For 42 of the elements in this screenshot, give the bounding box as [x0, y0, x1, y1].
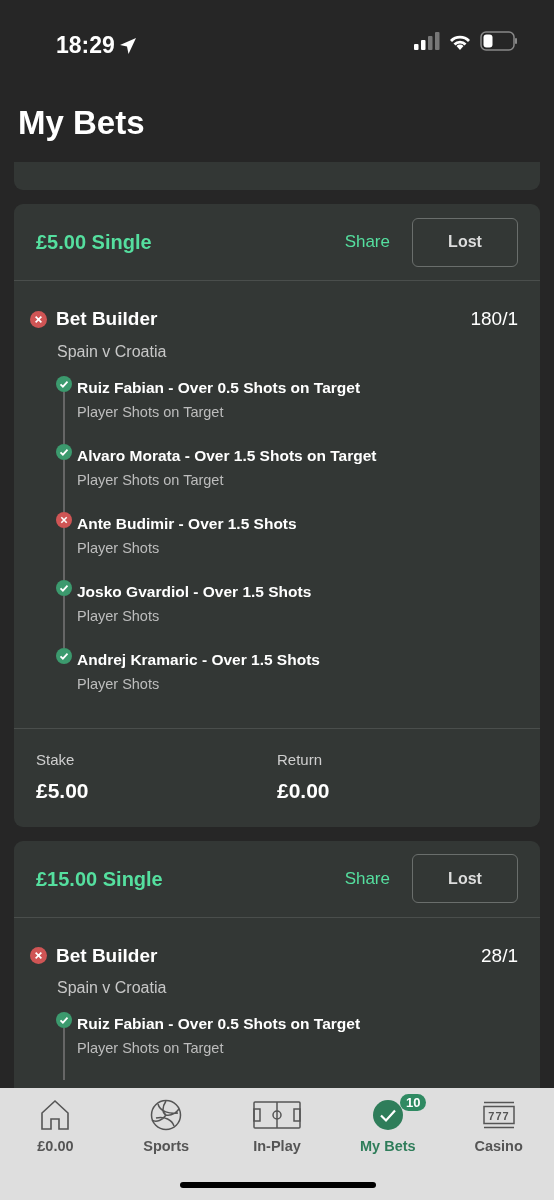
leg-market: Player Shots on Target: [77, 470, 225, 490]
stake-amount: £5.00: [36, 778, 90, 804]
battery-icon: [480, 31, 518, 51]
return-amount: £0.00: [277, 778, 331, 804]
leg-selection: Alvaro Morata - Over 1.5 Shots on Target: [77, 445, 377, 466]
return-label: Return: [277, 749, 324, 770]
market-name: Bet Builder: [56, 307, 159, 331]
share-link[interactable]: Share: [344, 865, 390, 892]
leg-market: Player Shots: [77, 606, 161, 626]
market-name: Bet Builder: [56, 943, 159, 968]
tab-item[interactable]: £0.00: [0, 1098, 111, 1158]
share-link[interactable]: Share: [344, 229, 390, 255]
home-icon: [40, 1098, 71, 1132]
pitch-icon: [253, 1098, 301, 1132]
page-title: My Bets: [17, 103, 146, 143]
event-name: Spain v Croatia: [57, 978, 168, 998]
count-badge: 10: [399, 1094, 427, 1111]
leg-selection: Ruiz Fabian - Over 0.5 Shots on Target: [77, 377, 361, 398]
result-button[interactable]: Lost: [412, 217, 518, 267]
stake-label: Stake: [36, 749, 76, 770]
tab-item[interactable]: Sports: [110, 1098, 222, 1158]
leg-selection: Josko Gvardiol - Over 1.5 Shots: [77, 581, 312, 602]
odds-text: 28/1: [481, 943, 518, 968]
leg-market: Player Shots: [77, 538, 161, 558]
bet-title: £15.00 Single: [36, 866, 164, 892]
location-arrow-icon: [118, 37, 137, 55]
leg-market: Player Shots on Target: [77, 1039, 225, 1059]
bet-title: £5.00 Single: [36, 230, 153, 255]
ball-icon: [150, 1098, 183, 1132]
leg-market: Player Shots: [77, 674, 161, 694]
leg-selection: Andrej Kramaric - Over 1.5 Shots: [77, 649, 320, 670]
clock-time: 18:29: [56, 31, 115, 60]
check-circle-icon: [371, 1098, 404, 1132]
event-name: Spain v Croatia: [57, 341, 168, 362]
odds-text: 180/1: [470, 307, 518, 331]
leg-selection: Ante Budimir - Over 1.5 Shots: [77, 513, 297, 534]
leg-selection: Ruiz Fabian - Over 0.5 Shots on Target: [77, 1014, 361, 1034]
tab-item[interactable]: In-Play: [221, 1098, 333, 1158]
leg-market: Player Shots on Target: [77, 402, 225, 422]
tab-item[interactable]: 777 Casino: [443, 1098, 554, 1158]
result-button[interactable]: Lost: [412, 854, 518, 903]
signal-icon: [414, 32, 440, 50]
